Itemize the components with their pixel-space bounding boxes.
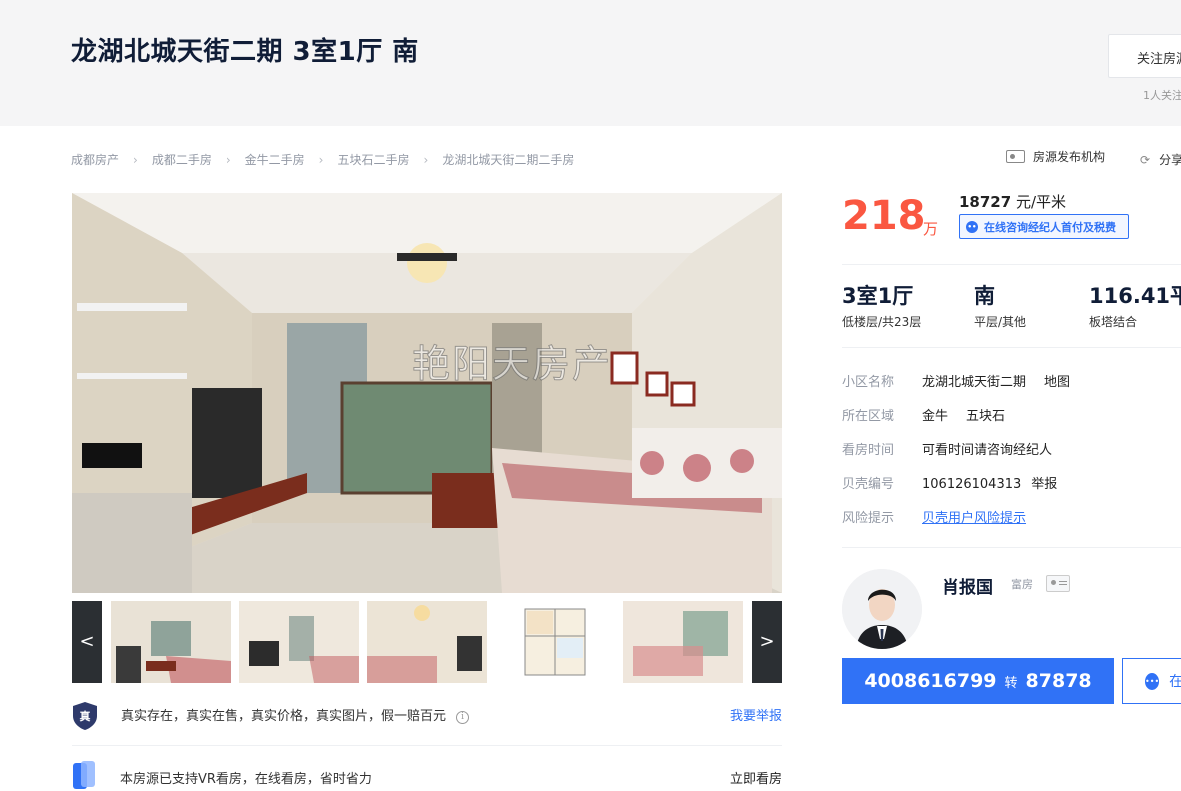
phone-main: 4008616799 (864, 670, 997, 692)
breadcrumb-item-chengdu[interactable]: 成都房产 (71, 151, 119, 168)
fact-main: 南 (974, 284, 995, 308)
avatar-image (842, 569, 922, 649)
info-row-community: 小区名称 龙湖北城天街二期 地图 (842, 371, 1070, 390)
fact-sub: 平层/其他 (974, 315, 1027, 329)
divider (842, 347, 1181, 348)
gallery-prev-button[interactable]: < (72, 601, 102, 683)
info-value: 可看时间请咨询经纪人 (922, 443, 1053, 458)
living-room-photo (72, 193, 782, 593)
breadcrumb-item-wukuaishi[interactable]: 五块石二手房 (337, 151, 409, 168)
info-row-risk: 风险提示 贝壳用户风险提示 (842, 507, 1026, 526)
map-link[interactable]: 地图 (1044, 375, 1070, 390)
vr-row: 本房源已支持VR看房，在线看房，省时省力 立即看房 (72, 760, 782, 791)
phone-button[interactable]: 4008616799 转 87878 (842, 658, 1114, 704)
consult-label: 在线咨询经纪人首付及税费 (984, 220, 1116, 234)
breadcrumb: 成都房产 › 成都二手房 › 金牛二手房 › 五块石二手房 › 龙湖北城天街二期… (71, 151, 574, 168)
id-report-link[interactable]: 举报 (1031, 477, 1057, 492)
share-label: 分享 (1159, 153, 1181, 167)
consult-tax-button[interactable]: •• 在线咨询经纪人首付及税费 (959, 214, 1129, 239)
chevron-right-icon: › (225, 152, 231, 167)
publisher-link[interactable]: 房源发布机构 (1006, 148, 1105, 165)
breadcrumb-item-jinniu[interactable]: 金牛二手房 (245, 151, 305, 168)
info-icon[interactable]: i (456, 711, 470, 724)
chevron-right-icon: › (133, 152, 138, 167)
thumbnail-2[interactable] (239, 601, 359, 683)
info-key: 贝壳编号 (842, 477, 895, 492)
district-link[interactable]: 金牛 (922, 409, 948, 424)
total-price-unit: 万 (923, 220, 939, 238)
total-price: 218 (842, 193, 926, 239)
main-photo[interactable]: 艳阳天房产 (72, 193, 782, 593)
chevron-right-icon: › (423, 152, 429, 167)
breadcrumb-item-ershoufang[interactable]: 成都二手房 (152, 151, 212, 168)
thumbnail-living-room-3 (367, 601, 487, 683)
vr-view-link[interactable]: 立即看房 (730, 768, 782, 787)
info-row-area: 所在区域 金牛 五块石 (842, 405, 1005, 424)
watermark: 艳阳天房产 (411, 342, 613, 387)
guarantee-text: 真实存在，真实在售，真实价格，真实图片，假一赔百元 i (121, 705, 470, 724)
chat-bubble-icon: ••• (1145, 672, 1160, 690)
business-card-icon[interactable] (1046, 575, 1070, 592)
fact-area: 116.41平米 板塔结合 (1089, 283, 1181, 330)
follow-button[interactable]: 关注房源 (1108, 34, 1181, 78)
shield-icon: 真 (73, 702, 97, 730)
breadcrumb-item-community[interactable]: 龙湖北城天街二期二手房 (442, 151, 574, 168)
fact-main: 3室1厅 (842, 284, 914, 308)
follow-count: 1人关注 (1143, 89, 1181, 102)
vr-icon (73, 761, 95, 789)
id-card-icon (1006, 150, 1025, 163)
gallery-next-button[interactable]: > (752, 601, 782, 683)
divider (842, 547, 1181, 548)
unit-price: 18727 元/平米 (959, 191, 1066, 212)
info-key: 风险提示 (842, 511, 895, 526)
guarantee-row: 真 真实存在，真实在售，真实价格，真实图片，假一赔百元 i 我要举报 (72, 700, 782, 746)
unit-price-value: 18727 (959, 193, 1012, 211)
info-key: 所在区域 (842, 409, 895, 424)
page-title: 龙湖北城天街二期 3室1厅 南 (71, 37, 419, 67)
info-row-visit: 看房时间 可看时间请咨询经纪人 (842, 439, 1052, 458)
share-icon: ⟳ (1140, 152, 1151, 167)
phone-ext: 87878 (1025, 670, 1092, 692)
fact-orientation: 南 平层/其他 (974, 283, 1026, 330)
agent-name[interactable]: 肖报国 (942, 573, 993, 598)
thumbnail-1[interactable] (111, 601, 231, 683)
listing-id: 106126104313 (922, 477, 1022, 492)
subdistrict-link[interactable]: 五块石 (966, 409, 1005, 424)
divider (842, 264, 1181, 265)
thumbnail-3[interactable] (367, 601, 487, 683)
im-label: 在线咨询 (1169, 671, 1181, 691)
fact-main: 116.41平米 (1089, 284, 1181, 308)
risk-notice-link[interactable]: 贝壳用户风险提示 (922, 511, 1026, 526)
info-row-id: 贝壳编号 106126104313 举报 (842, 473, 1057, 492)
fact-sub: 低楼层/共23层 (842, 315, 922, 329)
chevron-right-icon: › (318, 152, 324, 167)
info-key: 看房时间 (842, 443, 895, 458)
thumbnail-bedroom-image (623, 601, 743, 683)
agent-avatar[interactable] (842, 569, 922, 649)
thumbnail-living-room-2 (239, 601, 359, 683)
shield-char: 真 (80, 709, 91, 723)
agent-tag: 富房 (1011, 578, 1033, 591)
chat-icon: •• (966, 220, 978, 233)
guarantee-text-content: 真实存在，真实在售，真实价格，真实图片，假一赔百元 (121, 709, 447, 724)
community-link[interactable]: 龙湖北城天街二期 (922, 375, 1026, 390)
fact-sub: 板塔结合 (1089, 315, 1138, 329)
floorplan-image (495, 601, 615, 683)
fact-layout: 3室1厅 低楼层/共23层 (842, 283, 921, 330)
publisher-label: 房源发布机构 (1033, 150, 1106, 164)
vr-text: 本房源已支持VR看房，在线看房，省时省力 (120, 772, 372, 787)
info-key: 小区名称 (842, 375, 895, 390)
thumbnail-bedroom[interactable] (623, 601, 743, 683)
phone-zhuan: 转 (1004, 675, 1018, 691)
share-button[interactable]: ⟳ 分享 (1140, 151, 1181, 168)
thumbnail-living-room (111, 601, 231, 683)
thumbnail-floorplan[interactable] (495, 601, 615, 683)
report-link[interactable]: 我要举报 (730, 705, 782, 724)
online-chat-button[interactable]: ••• 在线咨询 (1122, 658, 1181, 704)
unit-price-suffix: 元/平米 (1011, 193, 1067, 211)
